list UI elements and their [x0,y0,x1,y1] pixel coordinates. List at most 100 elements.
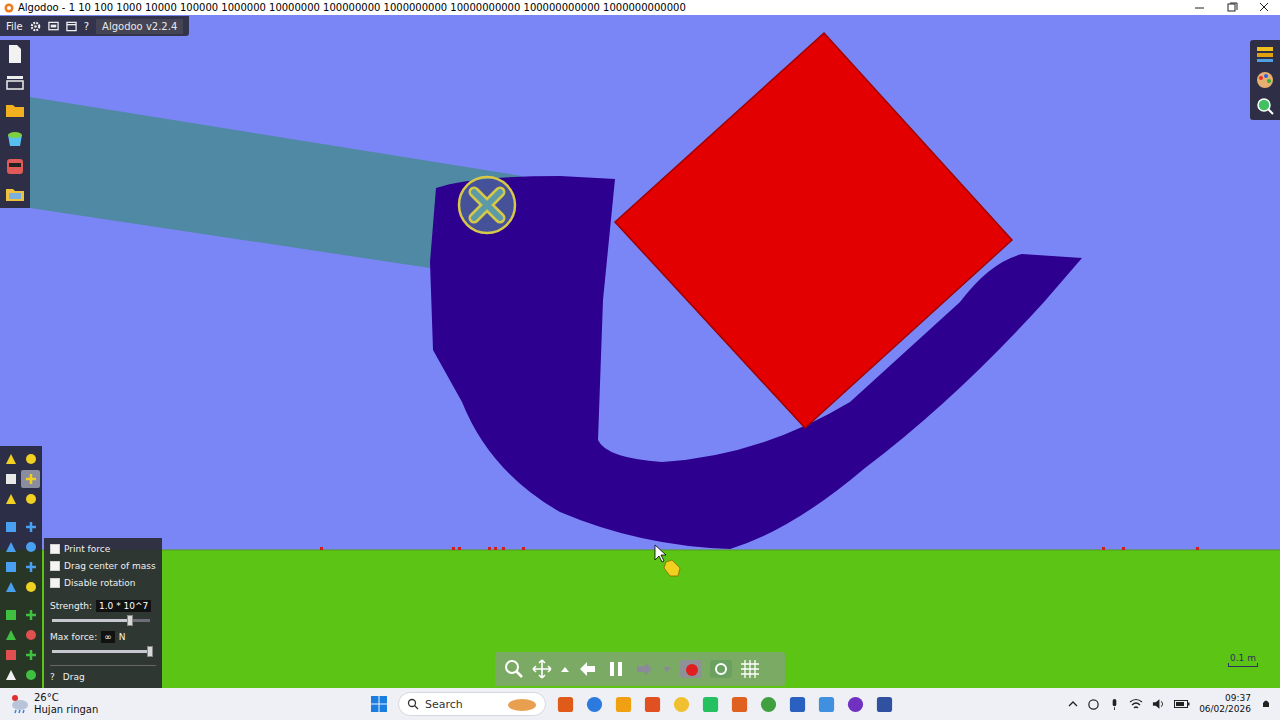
option-label[interactable]: Disable rotation [64,578,136,588]
strength-field[interactable]: 1.0 * 10^7 [96,600,151,612]
redo-icon[interactable] [633,658,655,680]
ground[interactable] [0,550,1280,688]
slider[interactable] [52,650,150,653]
tool-button[interactable] [1,450,20,468]
tool-icon[interactable] [3,451,19,467]
tool-icon[interactable] [3,579,19,595]
file-menu[interactable]: File [6,21,23,32]
simulation-area[interactable]: File?Algodoo v2.2.4Print forceDrag cente… [0,15,1280,688]
max-force-field[interactable]: ∞ [101,631,115,643]
option-row[interactable]: Drag center of mass [50,559,156,573]
checkbox[interactable] [50,578,60,588]
tool-button[interactable] [21,666,40,684]
search-box[interactable]: Search [398,692,546,716]
help-button[interactable]: ? [50,672,55,682]
option-label[interactable]: Print force [64,544,110,554]
taskbar-app-icon[interactable] [556,695,575,714]
taskbar-app-icon[interactable] [672,695,691,714]
inspector-icon[interactable] [1255,96,1275,116]
tool-button[interactable] [21,538,40,556]
wifi-icon[interactable] [1129,698,1143,710]
tool-button[interactable] [1,646,20,664]
search-placeholder[interactable]: Search [425,698,463,711]
slider-thumb[interactable] [127,615,133,626]
tool-button[interactable] [21,606,40,624]
close-icon[interactable] [1248,0,1280,15]
scene-canvas[interactable] [0,15,1280,688]
tool-button[interactable] [21,490,40,508]
gear-icon[interactable] [30,21,41,32]
layers-icon[interactable] [1255,44,1275,64]
taskbar-app-icon[interactable] [759,695,778,714]
option-row[interactable]: Disable rotation [50,576,156,590]
tool-button[interactable] [21,470,40,488]
tray-chevron-icon[interactable] [1068,699,1078,709]
tool-icon[interactable] [3,607,19,623]
window-icon[interactable] [66,21,77,32]
tool-button[interactable] [21,626,40,644]
tool-button[interactable] [1,558,20,576]
battery-icon[interactable] [1174,699,1190,709]
taskbar-app-icon[interactable] [730,695,749,714]
sync-icon[interactable] [1087,698,1100,711]
help-menu[interactable]: ? [84,21,89,32]
palette-icon[interactable] [1255,70,1275,90]
folder-icon[interactable] [4,99,26,121]
hinge-icon[interactable] [459,177,515,233]
tool-button[interactable] [1,626,20,644]
weather-widget[interactable]: 26°CHujan ringan [0,692,370,716]
windows-start-icon[interactable] [370,695,388,713]
tool-icon[interactable] [3,627,19,643]
taskbar-app-icon[interactable] [614,695,633,714]
notifications-icon[interactable] [1260,698,1272,710]
zoom-icon[interactable] [503,658,525,680]
microphone-icon[interactable] [1109,698,1120,711]
tool-button[interactable] [21,450,40,468]
visualization-icon[interactable] [709,657,733,681]
pause-icon[interactable] [605,658,627,680]
tool-icon[interactable] [23,559,39,575]
tool-button[interactable] [21,646,40,664]
bucket-icon[interactable] [4,127,26,149]
tool-icon[interactable] [3,559,19,575]
tool-button[interactable] [1,666,20,684]
tool-button[interactable] [1,606,20,624]
tool-icon[interactable] [3,539,19,555]
open-folder-icon[interactable] [4,183,26,205]
slider[interactable] [52,619,150,622]
option-row[interactable]: Print force [50,542,156,556]
taskbar-app-icon[interactable] [643,695,662,714]
speed-up-icon[interactable] [559,658,571,680]
checkbox[interactable] [50,544,60,554]
clock[interactable]: 09:3706/02/2026 [1199,693,1251,716]
tool-button[interactable] [21,578,40,596]
tool-icon[interactable] [23,471,39,487]
panel-icon[interactable] [4,71,26,93]
slider-thumb[interactable] [147,646,153,657]
taskbar-app-icon[interactable] [701,695,720,714]
taskbar-app-icon[interactable] [846,695,865,714]
minimize-icon[interactable] [1184,0,1216,15]
tool-button[interactable] [21,518,40,536]
face-icon[interactable] [4,155,26,177]
tool-button[interactable] [1,518,20,536]
tool-icon[interactable] [3,647,19,663]
taskbar-app-icon[interactable] [875,695,894,714]
monitor-icon[interactable] [48,21,59,32]
box-shape[interactable] [615,33,1012,428]
tool-icon[interactable] [3,471,19,487]
taskbar-app-icon[interactable] [585,695,604,714]
record-icon[interactable] [679,657,703,681]
option-label[interactable]: Drag center of mass [64,561,156,571]
tool-icon[interactable] [23,647,39,663]
tool-icon[interactable] [23,519,39,535]
checkbox[interactable] [50,561,60,571]
tool-button[interactable] [21,558,40,576]
undo-icon[interactable] [577,658,599,680]
tool-icon[interactable] [23,539,39,555]
tool-icon[interactable] [23,667,39,683]
tool-icon[interactable] [23,627,39,643]
tool-icon[interactable] [23,607,39,623]
speed-down-icon[interactable] [661,658,673,680]
tool-icon[interactable] [3,491,19,507]
